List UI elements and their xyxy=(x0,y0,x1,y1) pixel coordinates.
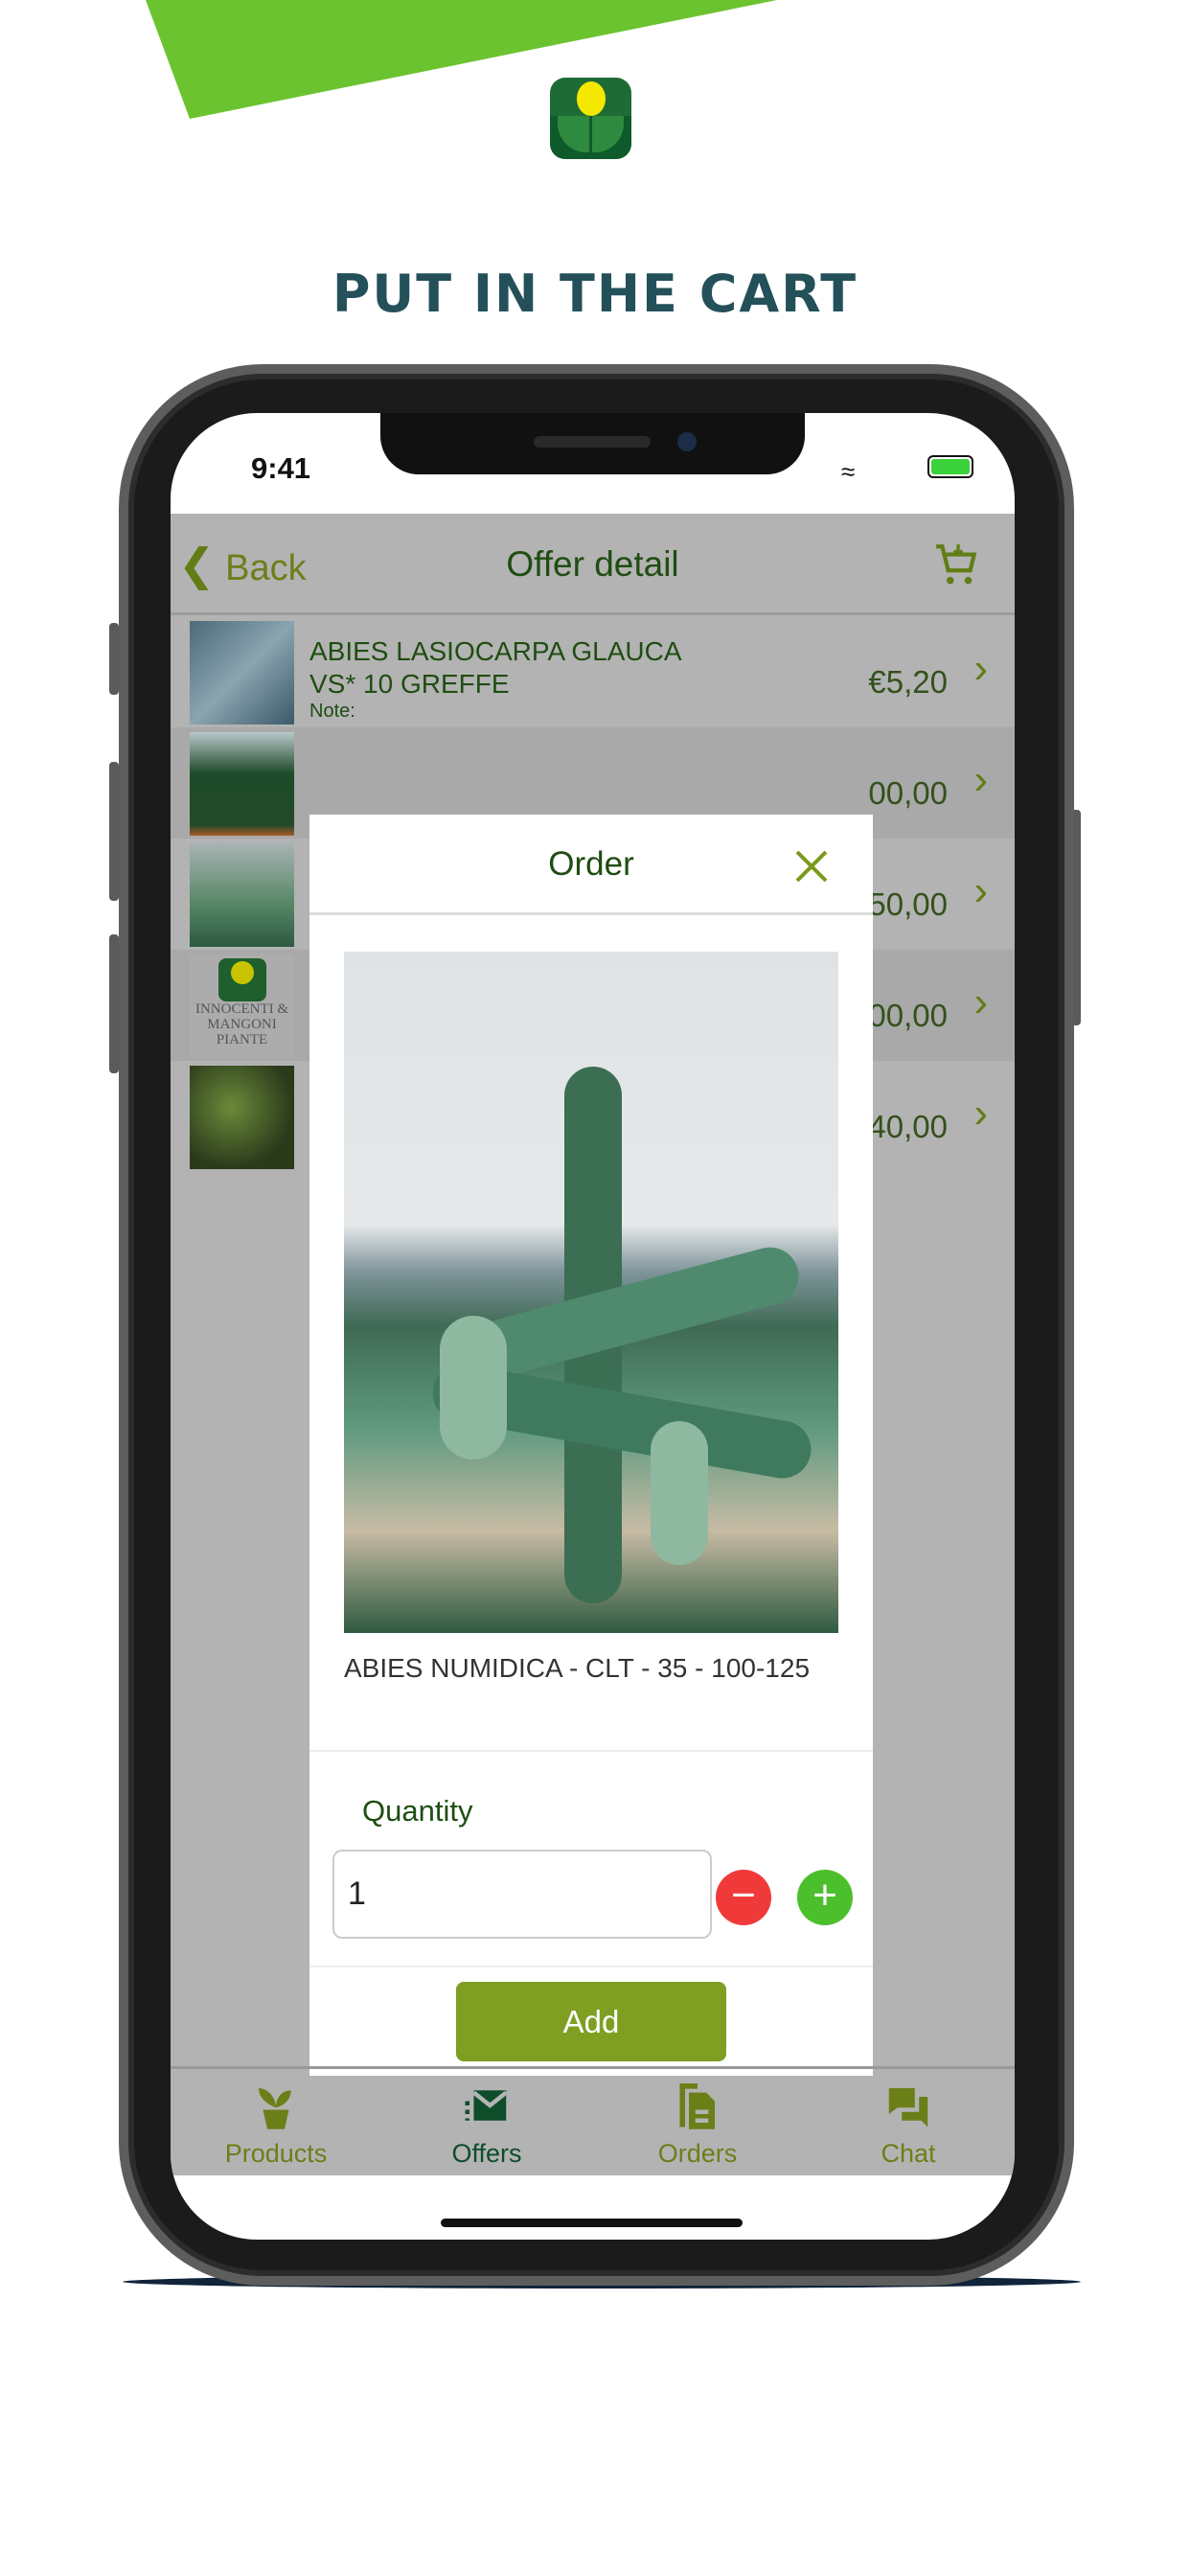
chevron-right-icon: › xyxy=(973,645,988,692)
volume-down-button xyxy=(109,934,119,1073)
brand-logo xyxy=(550,78,631,159)
plant-pot-icon xyxy=(259,2088,291,2129)
row-price: 40,00 xyxy=(868,1109,948,1144)
wifi-icon: ≈ xyxy=(841,457,856,486)
tab-orders[interactable]: Orders xyxy=(592,2079,803,2169)
documents-icon xyxy=(679,2082,715,2129)
nav-title: Offer detail xyxy=(506,544,679,584)
product-thumbnail xyxy=(190,843,294,947)
row-price: 00,00 xyxy=(868,775,948,811)
offer-row[interactable]: ABIES LASIOCARPA GLAUCA VS* 10 GREFFE No… xyxy=(171,616,1015,727)
tab-label: Chat xyxy=(881,2139,936,2168)
phone-screen: 9:41 ≈ ❮ Back Offer detail ABIES LASIOCA… xyxy=(171,413,1015,2240)
nav-bar: ❮ Back Offer detail xyxy=(171,514,1015,615)
product-thumbnail: INNOCENTI & MANGONI PIANTE xyxy=(190,954,294,1058)
row-name-line1: ABIES LASIOCARPA GLAUCA xyxy=(309,636,682,666)
product-image xyxy=(344,952,838,1633)
product-thumbnail xyxy=(190,1066,294,1169)
product-name: ABIES NUMIDICA - CLT - 35 - 100-125 xyxy=(344,1653,811,1683)
modal-title: Order xyxy=(548,845,634,883)
chat-bubbles-icon xyxy=(888,2088,928,2128)
quantity-label: Quantity xyxy=(362,1794,473,1828)
row-price: 00,00 xyxy=(868,998,948,1033)
quantity-input[interactable] xyxy=(332,1850,712,1939)
tab-products[interactable]: Products xyxy=(171,2079,381,2169)
plus-icon[interactable]: + xyxy=(797,1870,853,1925)
row-price: 50,00 xyxy=(868,886,948,922)
tab-label: Orders xyxy=(657,2139,738,2168)
tab-chat[interactable]: Chat xyxy=(803,2079,1014,2169)
cart-add-icon[interactable] xyxy=(932,540,980,588)
row-note: Note: xyxy=(309,701,355,722)
volume-up-button xyxy=(109,762,119,901)
tab-label: Products xyxy=(224,2139,328,2168)
tab-bar: Products Offers Orders Chat xyxy=(171,2066,1015,2175)
chevron-right-icon: › xyxy=(973,867,988,914)
chevron-right-icon: › xyxy=(973,978,988,1025)
battery-icon xyxy=(927,455,973,478)
add-button[interactable]: Add xyxy=(456,1982,726,2061)
notch xyxy=(380,413,805,474)
modal-header: Order xyxy=(309,815,873,915)
product-thumbnail xyxy=(190,732,294,836)
home-indicator[interactable] xyxy=(441,2219,743,2227)
row-name-line2: VS* 10 GREFFE xyxy=(309,669,510,699)
mute-switch xyxy=(109,623,119,695)
status-time: 9:41 xyxy=(251,451,311,485)
product-thumbnail xyxy=(190,621,294,724)
envelope-offer-icon xyxy=(465,2090,508,2121)
chevron-right-icon: › xyxy=(973,756,988,803)
app-content: ❮ Back Offer detail ABIES LASIOCARPA GLA… xyxy=(171,514,1015,2175)
chevron-right-icon: › xyxy=(973,1090,988,1137)
page-headline: PUT IN THE CART xyxy=(332,264,858,324)
thumbnail-brand-text: INNOCENTI & MANGONI PIANTE xyxy=(195,1001,289,1047)
tab-label: Offers xyxy=(451,2139,522,2168)
order-modal: Order ABIES NUMIDICA - CLT - 35 - 100-12… xyxy=(309,815,873,2076)
divider xyxy=(309,1966,873,1967)
divider xyxy=(309,1750,873,1752)
close-icon[interactable] xyxy=(794,849,829,884)
row-price: €5,20 xyxy=(868,664,948,700)
minus-icon[interactable]: − xyxy=(716,1870,771,1925)
tab-offers[interactable]: Offers xyxy=(381,2079,592,2169)
